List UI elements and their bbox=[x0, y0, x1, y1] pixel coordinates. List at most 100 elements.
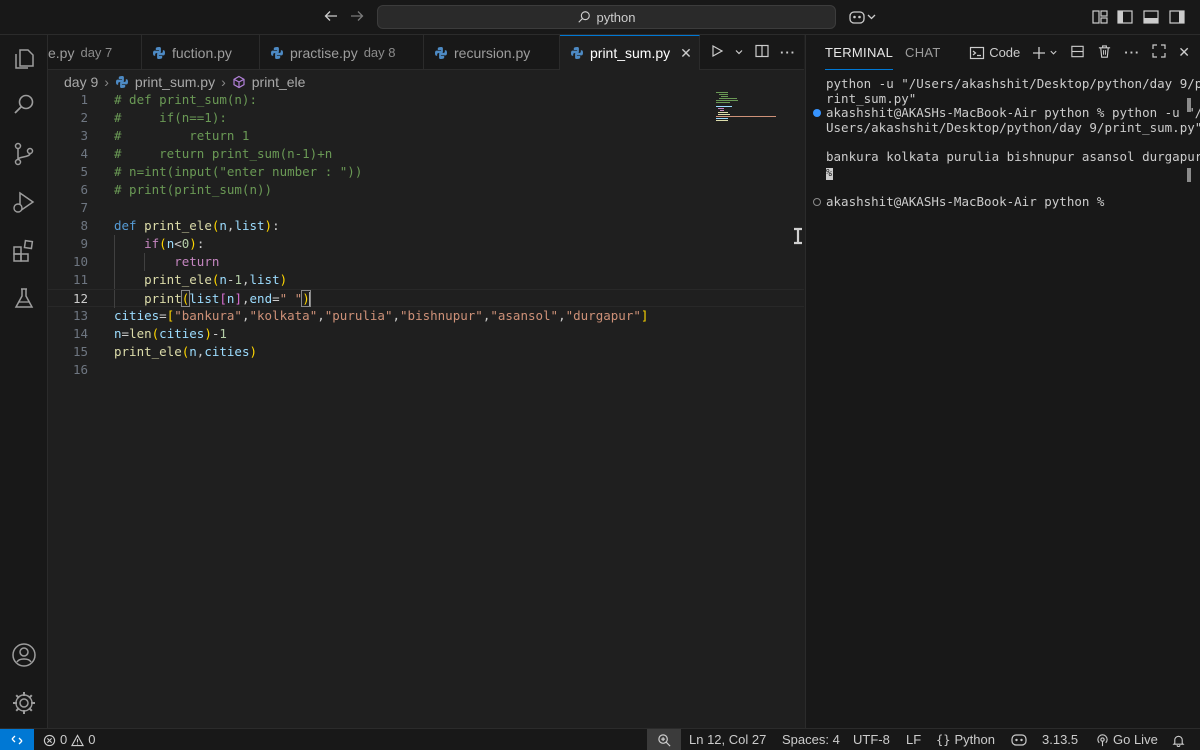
tab-chat[interactable]: CHAT bbox=[905, 35, 941, 70]
problems-indicator[interactable]: 0 0 bbox=[43, 729, 95, 750]
run-debug-icon[interactable] bbox=[10, 188, 38, 216]
code-editor[interactable]: 1 # def print_sum(n): 2 # if(n==1): 3 # ret… bbox=[48, 91, 804, 379]
explorer-icon[interactable] bbox=[10, 45, 38, 73]
cursor-position[interactable]: Ln 12, Col 27 bbox=[689, 729, 766, 750]
python-interpreter[interactable]: 3.13.5 bbox=[1042, 729, 1078, 750]
end-of-line[interactable]: LF bbox=[906, 729, 921, 750]
chevron-down-icon[interactable] bbox=[734, 45, 744, 60]
go-live-button[interactable]: Go Live bbox=[1096, 729, 1158, 750]
command-success-decoration-icon[interactable] bbox=[813, 109, 821, 117]
toggle-panel-icon[interactable] bbox=[1142, 8, 1160, 26]
overview-ruler-mark bbox=[1187, 168, 1191, 182]
line-number: 4 bbox=[80, 146, 88, 161]
python-file-icon bbox=[571, 47, 583, 59]
new-terminal-icon[interactable] bbox=[1032, 46, 1058, 60]
terminal-prompt: akashshit@AKASHs-MacBook-Air python % bbox=[826, 193, 1105, 209]
function-call: len bbox=[129, 326, 152, 341]
line-number: 9 bbox=[80, 236, 88, 251]
string: "purulia" bbox=[324, 308, 393, 323]
param: end bbox=[249, 291, 273, 306]
language-mode[interactable]: {} Python bbox=[936, 729, 995, 750]
code-line[interactable]: 2 # if(n==1): bbox=[48, 109, 804, 127]
tab-terminal[interactable]: TERMINAL bbox=[825, 35, 894, 70]
terminal-command: akashshit@AKASHs-MacBook-Air python % py… bbox=[826, 105, 1200, 120]
breadcrumb-folder[interactable]: day 9 bbox=[64, 74, 98, 90]
tab-recursion-py[interactable]: recursion.py bbox=[424, 35, 560, 70]
customize-layout-icon[interactable] bbox=[1091, 8, 1109, 26]
terminal-selector-label: Code bbox=[989, 45, 1021, 60]
more-actions-icon[interactable]: ··· bbox=[780, 45, 796, 60]
tab-e-py[interactable]: e.py day 7 bbox=[48, 35, 142, 70]
code-line-current[interactable]: 12 print(list[n],end=" ") bbox=[48, 289, 804, 308]
terminal-line: akashshit@AKASHs-MacBook-Air python % bbox=[813, 193, 1188, 210]
accounts-icon[interactable] bbox=[10, 641, 38, 669]
terminal-output[interactable]: python -u "/Users/akashshit/Desktop/pyth… bbox=[813, 76, 1200, 210]
terminal-line: Users/akashshit/Desktop/python/day 9/pri… bbox=[826, 119, 1200, 135]
manage-gear-icon[interactable] bbox=[10, 689, 38, 717]
text-cursor-ibeam-icon bbox=[791, 227, 802, 245]
tab-print-sum-py[interactable]: print_sum.py ✕ bbox=[560, 35, 700, 70]
variable: cities bbox=[114, 308, 160, 323]
close-icon[interactable]: ✕ bbox=[1178, 44, 1190, 61]
editor-actions: ··· bbox=[710, 35, 804, 70]
zoom-icon[interactable] bbox=[647, 729, 681, 750]
testing-icon[interactable] bbox=[10, 285, 38, 313]
maximize-panel-icon[interactable] bbox=[1152, 44, 1166, 61]
terminal-selector[interactable]: Code bbox=[969, 45, 1020, 61]
param: list bbox=[234, 218, 265, 233]
code-line[interactable]: 5 # n=int(input("enter number : ")) bbox=[48, 163, 804, 181]
split-editor-icon[interactable] bbox=[754, 43, 770, 62]
copilot-icon[interactable] bbox=[1011, 729, 1027, 750]
forward-arrow-icon[interactable] bbox=[347, 8, 367, 28]
variable: cities bbox=[159, 326, 205, 341]
source-control-icon[interactable] bbox=[10, 140, 38, 168]
chevron-down-icon[interactable] bbox=[1049, 48, 1058, 57]
copilot-icon[interactable] bbox=[848, 8, 878, 26]
keyword: if bbox=[144, 236, 160, 251]
comment: # return print_sum(n-1)+n bbox=[114, 146, 333, 161]
tab-fuction-py[interactable]: fuction.py bbox=[142, 35, 260, 70]
variable: n bbox=[189, 344, 197, 359]
indentation[interactable]: Spaces: 4 bbox=[782, 729, 840, 750]
remote-indicator-icon[interactable] bbox=[0, 729, 34, 750]
code-line[interactable]: 9 if(n<0): bbox=[48, 235, 804, 253]
code-line[interactable]: 13 cities=["bankura","kolkata","purulia",… bbox=[48, 307, 804, 325]
breadcrumb: day 9 › print_sum.py › print_ele bbox=[64, 71, 305, 93]
search-icon[interactable] bbox=[10, 91, 38, 119]
variable: cities bbox=[204, 344, 250, 359]
code-line[interactable]: 3 # return 1 bbox=[48, 127, 804, 145]
more-actions-icon[interactable]: ··· bbox=[1124, 45, 1140, 60]
code-line[interactable]: 1 # def print_sum(n): bbox=[48, 91, 804, 109]
code-line[interactable]: 7 bbox=[48, 199, 804, 217]
code-line[interactable]: 8 def print_ele(n,list): bbox=[48, 217, 804, 235]
code-line[interactable]: 6 # print(print_sum(n)) bbox=[48, 181, 804, 199]
code-line[interactable]: 10 return bbox=[48, 253, 804, 271]
toggle-primary-sidebar-icon[interactable] bbox=[1116, 8, 1134, 26]
terminal-line: akashshit@AKASHs-MacBook-Air python % py… bbox=[813, 105, 1200, 121]
toggle-secondary-sidebar-icon[interactable] bbox=[1168, 8, 1186, 26]
tab-description: day 7 bbox=[80, 45, 113, 60]
tab-practise-py[interactable]: practise.py day 8 bbox=[260, 35, 424, 70]
python-file-icon bbox=[153, 46, 165, 59]
minimap[interactable] bbox=[716, 91, 786, 121]
split-terminal-icon[interactable] bbox=[1070, 44, 1085, 62]
close-icon[interactable]: ✕ bbox=[680, 45, 692, 62]
notifications-bell-icon[interactable] bbox=[1172, 729, 1185, 750]
encoding[interactable]: UTF-8 bbox=[853, 729, 890, 750]
breadcrumb-symbol[interactable]: print_ele bbox=[252, 74, 306, 90]
back-arrow-icon[interactable] bbox=[321, 8, 341, 28]
title-bar: python bbox=[0, 0, 1200, 35]
line-number: 1 bbox=[80, 92, 88, 107]
command-decoration-icon[interactable] bbox=[813, 197, 821, 206]
python-file-icon bbox=[435, 46, 447, 59]
run-python-file-icon[interactable] bbox=[710, 44, 724, 61]
code-line[interactable]: 16 bbox=[48, 361, 804, 379]
code-line[interactable]: 15 print_ele(n,cities) bbox=[48, 343, 804, 361]
extensions-icon[interactable] bbox=[10, 237, 38, 265]
code-line[interactable]: 11 print_ele(n-1,list) bbox=[48, 271, 804, 289]
code-line[interactable]: 4 # return print_sum(n-1)+n bbox=[48, 145, 804, 163]
command-center-search[interactable]: python bbox=[377, 5, 836, 29]
breadcrumb-file[interactable]: print_sum.py bbox=[135, 74, 215, 90]
trash-icon[interactable] bbox=[1097, 44, 1112, 62]
code-line[interactable]: 14 n=len(cities)-1 bbox=[48, 325, 804, 343]
